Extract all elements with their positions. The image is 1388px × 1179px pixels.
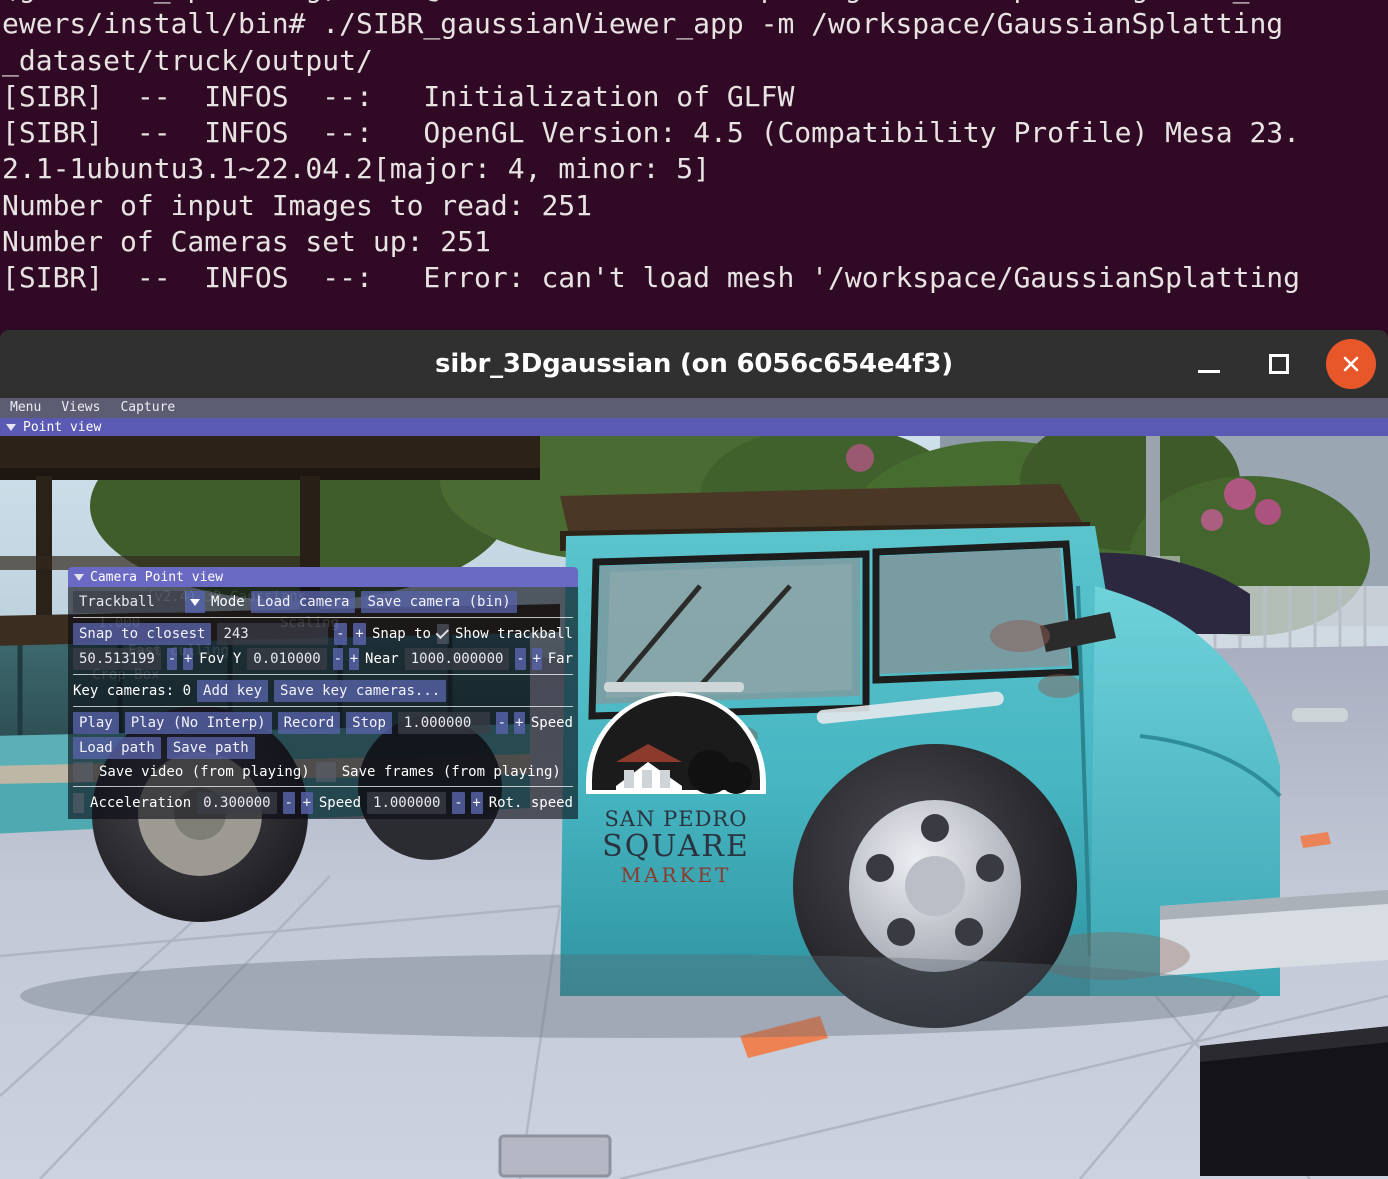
chevron-down-icon bbox=[190, 598, 200, 606]
acceleration-minus-button[interactable]: - bbox=[282, 792, 295, 814]
row-playback: Play Play (No Interp) Record Stop 1.0000… bbox=[73, 712, 573, 734]
svg-text:SQUARE: SQUARE bbox=[602, 829, 750, 864]
snap-index-input[interactable]: 243 bbox=[217, 623, 328, 645]
near-label: Near bbox=[365, 651, 399, 667]
playback-speed-label: Speed bbox=[530, 715, 573, 731]
snap-index-minus-button[interactable]: - bbox=[333, 623, 347, 645]
add-key-button[interactable]: Add key bbox=[197, 680, 269, 702]
rot-speed-label: Rot. speed bbox=[488, 795, 573, 811]
camera-point-view-panel[interactable]: Camera Point view (v2.4) 3D Gaussians 1.… bbox=[68, 567, 578, 819]
stop-button[interactable]: Stop bbox=[346, 712, 392, 734]
row-key-cameras: Key cameras: 0 Add key Save key cameras.… bbox=[73, 680, 573, 702]
terminal-line: [SIBR] -- INFOS --: Error: can't load me… bbox=[2, 261, 1301, 295]
camera-panel-body: (v2.4) 3D Gaussians 1.000 Scaling Fast c… bbox=[68, 587, 578, 819]
terminal-window: (gaussian_splatting) root@6056c654e4f3:/… bbox=[0, 0, 1388, 338]
camera-mode-dropdown-arrow[interactable] bbox=[185, 591, 205, 613]
point-view-header[interactable]: Point view bbox=[0, 418, 1388, 436]
key-cameras-label: Key cameras: 0 bbox=[73, 683, 192, 699]
move-speed-input[interactable]: 1.000000 bbox=[367, 792, 447, 814]
acceleration-plus-button[interactable]: + bbox=[300, 792, 313, 814]
show-trackball-checkbox[interactable] bbox=[436, 624, 449, 644]
save-path-button[interactable]: Save path bbox=[166, 737, 255, 759]
fov-value-input[interactable]: 50.513199 bbox=[73, 648, 161, 670]
move-speed-plus-button[interactable]: + bbox=[470, 792, 483, 814]
far-minus-button[interactable]: - bbox=[515, 648, 526, 670]
play-no-interp-button[interactable]: Play (No Interp) bbox=[124, 712, 272, 734]
fov-plus-button[interactable]: + bbox=[183, 648, 194, 670]
row-save-outputs: Save video (from playing) Save frames (f… bbox=[73, 762, 573, 782]
playback-speed-minus-button[interactable]: - bbox=[496, 712, 508, 734]
playback-speed-input[interactable]: 1.000000 bbox=[397, 712, 491, 734]
row-path: Load path Save path bbox=[73, 737, 573, 759]
minimize-icon[interactable] bbox=[1186, 341, 1232, 387]
save-frames-checkbox[interactable] bbox=[315, 762, 336, 782]
camera-panel-title-label: Camera Point view bbox=[90, 569, 224, 585]
play-button[interactable]: Play bbox=[73, 712, 119, 734]
load-camera-button[interactable]: Load camera bbox=[250, 591, 356, 613]
svg-text:MARKET: MARKET bbox=[621, 863, 732, 887]
menu-item-menu[interactable]: Menu bbox=[10, 398, 41, 418]
row-acceleration: Acceleration 0.300000 - + Speed 1.000000… bbox=[73, 792, 573, 814]
terminal-line: ewers/install/bin# ./SIBR_gaussianViewer… bbox=[2, 7, 1284, 41]
separator-1 bbox=[73, 617, 573, 618]
load-path-button[interactable]: Load path bbox=[73, 737, 161, 759]
row-fov-near-far: 50.513199 - + Fov Y 0.010000 - + Near 10… bbox=[73, 648, 573, 670]
terminal-line: 2.1-1ubuntu3.1~22.04.2[major: 4, minor: … bbox=[2, 152, 711, 186]
window-title: sibr_3Dgaussian (on 6056c654e4f3) bbox=[435, 349, 953, 379]
snap-to-label: Snap to bbox=[371, 626, 431, 642]
save-video-checkbox[interactable] bbox=[73, 762, 93, 782]
terminal-line: [SIBR] -- INFOS --: Initialization of GL… bbox=[2, 79, 795, 113]
acceleration-checkbox[interactable] bbox=[73, 793, 85, 813]
svg-text:SAN PEDRO: SAN PEDRO bbox=[605, 807, 748, 831]
point-view-label: Point view bbox=[23, 419, 102, 435]
near-minus-button[interactable]: - bbox=[332, 648, 343, 670]
terminal-output: (gaussian_splatting) root@6056c654e4f3:/… bbox=[0, 0, 1388, 297]
show-trackball-label: Show trackball bbox=[454, 626, 573, 642]
chevron-down-icon bbox=[74, 573, 84, 581]
app-menubar: Menu Views Capture bbox=[0, 398, 1388, 418]
camera-mode-select[interactable]: Trackball bbox=[73, 591, 185, 613]
near-plus-button[interactable]: + bbox=[348, 648, 360, 670]
window-controls bbox=[1186, 330, 1380, 398]
move-speed-label: Speed bbox=[318, 795, 362, 811]
snap-to-closest-button[interactable]: Snap to closest bbox=[73, 623, 212, 645]
row-camera-mode: Trackball Mode Load camera Save camera (… bbox=[73, 591, 573, 613]
camera-panel-titlebar[interactable]: Camera Point view bbox=[68, 567, 578, 587]
record-button[interactable]: Record bbox=[277, 712, 341, 734]
acceleration-input[interactable]: 0.300000 bbox=[197, 792, 277, 814]
close-icon[interactable] bbox=[1326, 339, 1376, 389]
near-value-input[interactable]: 0.010000 bbox=[247, 648, 327, 670]
maximize-icon[interactable] bbox=[1256, 341, 1302, 387]
window-titlebar[interactable]: sibr_3Dgaussian (on 6056c654e4f3) bbox=[0, 330, 1388, 398]
acceleration-label: Acceleration bbox=[90, 795, 192, 811]
row-snap: Snap to closest 243 - + Snap to Show tra… bbox=[73, 623, 573, 645]
menu-item-capture[interactable]: Capture bbox=[120, 398, 175, 418]
terminal-line: Number of Cameras set up: 251 bbox=[2, 225, 491, 259]
render-viewport[interactable]: SAN PEDRO SQUARE MARKET Camera Point vie… bbox=[0, 436, 1388, 1179]
save-frames-label: Save frames (from playing) bbox=[341, 764, 561, 780]
save-video-label: Save video (from playing) bbox=[99, 764, 310, 780]
save-camera-bin-button[interactable]: Save camera (bin) bbox=[361, 591, 517, 613]
far-value-input[interactable]: 1000.000000 bbox=[404, 648, 510, 670]
save-key-cameras-button[interactable]: Save key cameras... bbox=[274, 680, 447, 702]
terminal-line: [SIBR] -- INFOS --: OpenGL Version: 4.5 … bbox=[2, 116, 1301, 150]
menu-item-views[interactable]: Views bbox=[61, 398, 100, 418]
terminal-line: _dataset/truck/output/ bbox=[2, 43, 373, 77]
sibr-viewer-window: sibr_3Dgaussian (on 6056c654e4f3) Menu V… bbox=[0, 330, 1388, 1179]
far-plus-button[interactable]: + bbox=[531, 648, 542, 670]
fov-minus-button[interactable]: - bbox=[166, 648, 177, 670]
playback-speed-plus-button[interactable]: + bbox=[513, 712, 525, 734]
chevron-down-icon bbox=[6, 423, 16, 431]
separator-2 bbox=[73, 674, 573, 675]
separator-4 bbox=[73, 786, 573, 787]
mode-label: Mode bbox=[211, 594, 245, 610]
separator-3 bbox=[73, 706, 573, 707]
far-label: Far bbox=[547, 651, 574, 667]
snap-index-plus-button[interactable]: + bbox=[352, 623, 366, 645]
move-speed-minus-button[interactable]: - bbox=[452, 792, 465, 814]
terminal-line: Number of input Images to read: 251 bbox=[2, 188, 593, 222]
fov-y-label: Fov Y bbox=[199, 651, 242, 667]
